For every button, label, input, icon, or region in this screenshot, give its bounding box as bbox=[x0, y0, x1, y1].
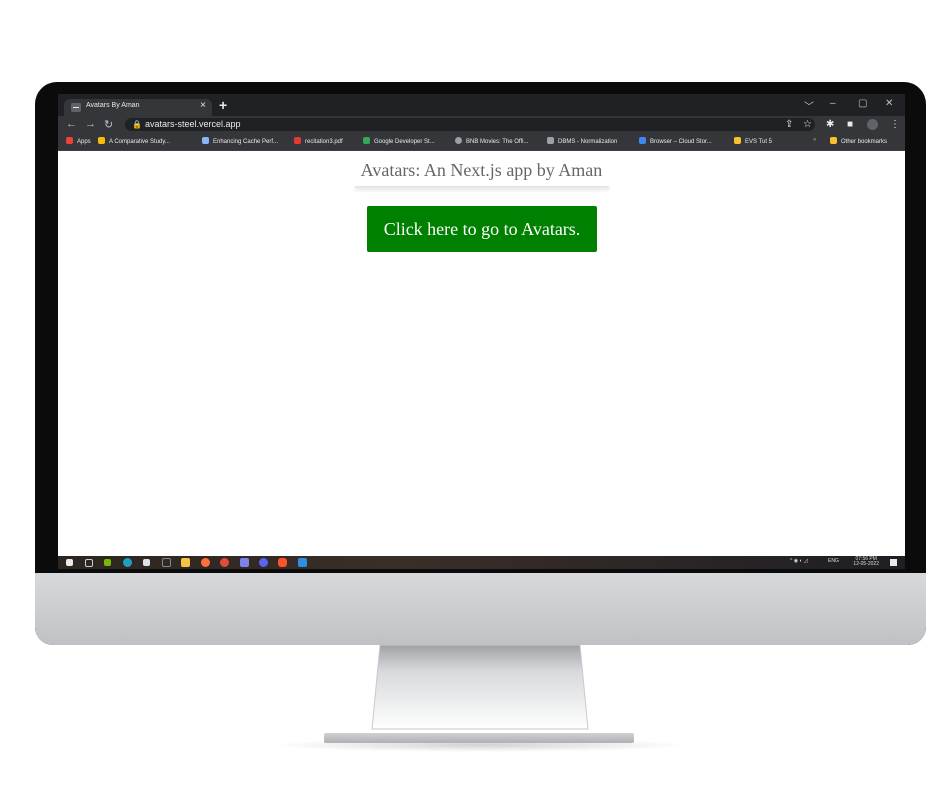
new-tab-button[interactable]: + bbox=[219, 97, 227, 113]
teams-icon[interactable] bbox=[240, 558, 249, 567]
bookmark-icon bbox=[98, 137, 105, 144]
title-underline bbox=[355, 186, 609, 188]
minimize-button[interactable]: – bbox=[830, 98, 836, 109]
tab-bar: Avatars By Aman × + ﹀ – ▢ ✕ bbox=[58, 94, 905, 116]
edge-icon[interactable] bbox=[123, 558, 132, 567]
tray-icons[interactable]: ^ ◉ ◐ ◿ bbox=[790, 558, 808, 564]
profile-avatar[interactable] bbox=[867, 119, 878, 130]
page-content: Avatars: An Next.js app by Aman Click he… bbox=[58, 151, 905, 559]
tab-favicon-icon bbox=[71, 103, 81, 112]
bookmark-item[interactable]: Browser – Cloud Stor... bbox=[639, 137, 712, 145]
bookmark-item[interactable]: A Comparative Study... bbox=[98, 137, 170, 145]
store-icon[interactable] bbox=[143, 559, 150, 566]
bookmark-icon bbox=[363, 137, 370, 144]
bookmark-icon bbox=[202, 137, 209, 144]
bookmark-item[interactable]: BNB Movies: The Offi... bbox=[455, 137, 528, 145]
bookmarks-bar: Apps A Comparative Study... Enhancing Ca… bbox=[58, 133, 905, 151]
monitor: Avatars By Aman × + ﹀ – ▢ ✕ ← → ↻ 🔒 avat… bbox=[35, 82, 926, 645]
reload-icon[interactable]: ↻ bbox=[104, 118, 113, 131]
folder-icon bbox=[734, 137, 741, 144]
bookmark-item[interactable]: DBMS - Normalization bbox=[547, 137, 617, 145]
url-field[interactable]: 🔒 avatars-steel.vercel.app bbox=[125, 118, 815, 131]
close-window-button[interactable]: ✕ bbox=[885, 98, 893, 109]
star-icon[interactable]: ☆ bbox=[803, 119, 812, 130]
extensions-icon[interactable]: ✱ bbox=[826, 119, 834, 130]
task-view-icon[interactable] bbox=[85, 559, 93, 567]
url-text: avatars-steel.vercel.app bbox=[145, 119, 241, 129]
chrome-icon[interactable] bbox=[220, 558, 229, 567]
taskbar: ^ ◉ ◐ ◿ ENG 07:56 PM 12-05-2022 bbox=[58, 556, 905, 569]
lock-icon[interactable]: 🔒 bbox=[132, 120, 142, 129]
settings-icon[interactable] bbox=[162, 558, 171, 567]
folder-icon bbox=[830, 137, 837, 144]
clock-date: 12-05-2022 bbox=[853, 561, 879, 567]
bookmark-item[interactable]: Google Developer St... bbox=[363, 137, 435, 145]
brave-icon[interactable] bbox=[278, 558, 287, 567]
monitor-stand bbox=[371, 645, 589, 730]
tab-avatars[interactable]: Avatars By Aman × bbox=[64, 99, 212, 116]
bookmark-item[interactable]: Enhancing Cache Perf... bbox=[202, 137, 278, 145]
explorer-icon[interactable] bbox=[181, 558, 190, 567]
go-to-avatars-button[interactable]: Click here to go to Avatars. bbox=[367, 206, 597, 252]
page-title: Avatars: An Next.js app by Aman bbox=[360, 160, 603, 180]
forward-icon[interactable]: → bbox=[85, 118, 96, 130]
globe-icon bbox=[455, 137, 462, 144]
discord-icon[interactable] bbox=[259, 558, 268, 567]
tab-close-icon[interactable]: × bbox=[200, 100, 206, 111]
windows-start-icon[interactable] bbox=[66, 559, 73, 566]
bookmark-item[interactable]: EVS Tut 5 bbox=[734, 137, 772, 145]
tab-title: Avatars By Aman bbox=[86, 102, 140, 109]
share-icon[interactable]: ⇪ bbox=[785, 119, 793, 130]
other-bookmarks[interactable]: Other bookmarks bbox=[830, 137, 887, 145]
pdf-icon bbox=[294, 137, 301, 144]
side-panel-icon[interactable]: ■ bbox=[847, 119, 853, 130]
language-indicator[interactable]: ENG bbox=[828, 558, 839, 564]
vscode-icon[interactable] bbox=[298, 558, 307, 567]
tab-search-icon[interactable]: ﹀ bbox=[804, 98, 814, 113]
menu-icon[interactable]: ⋮ bbox=[890, 119, 900, 130]
monitor-chin bbox=[35, 573, 926, 645]
taskbar-clock[interactable]: 07:56 PM 12-05-2022 bbox=[853, 557, 879, 567]
apps-icon bbox=[66, 137, 73, 144]
address-bar: ← → ↻ 🔒 avatars-steel.vercel.app ⇪ ☆ ✱ ■… bbox=[58, 116, 905, 133]
monitor-base bbox=[324, 733, 634, 743]
maximize-button[interactable]: ▢ bbox=[858, 98, 867, 109]
notification-icon[interactable] bbox=[890, 559, 897, 566]
bookmark-item[interactable]: recitation3.pdf bbox=[294, 137, 343, 145]
firefox-icon[interactable] bbox=[201, 558, 210, 567]
bookmarks-overflow-icon[interactable]: » bbox=[813, 137, 816, 143]
screen: Avatars By Aman × + ﹀ – ▢ ✕ ← → ↻ 🔒 avat… bbox=[58, 94, 905, 569]
bookmark-icon bbox=[639, 137, 646, 144]
bookmark-icon bbox=[547, 137, 554, 144]
nvidia-icon[interactable] bbox=[104, 559, 111, 566]
back-icon[interactable]: ← bbox=[66, 118, 77, 130]
bookmark-apps[interactable]: Apps bbox=[66, 137, 91, 145]
